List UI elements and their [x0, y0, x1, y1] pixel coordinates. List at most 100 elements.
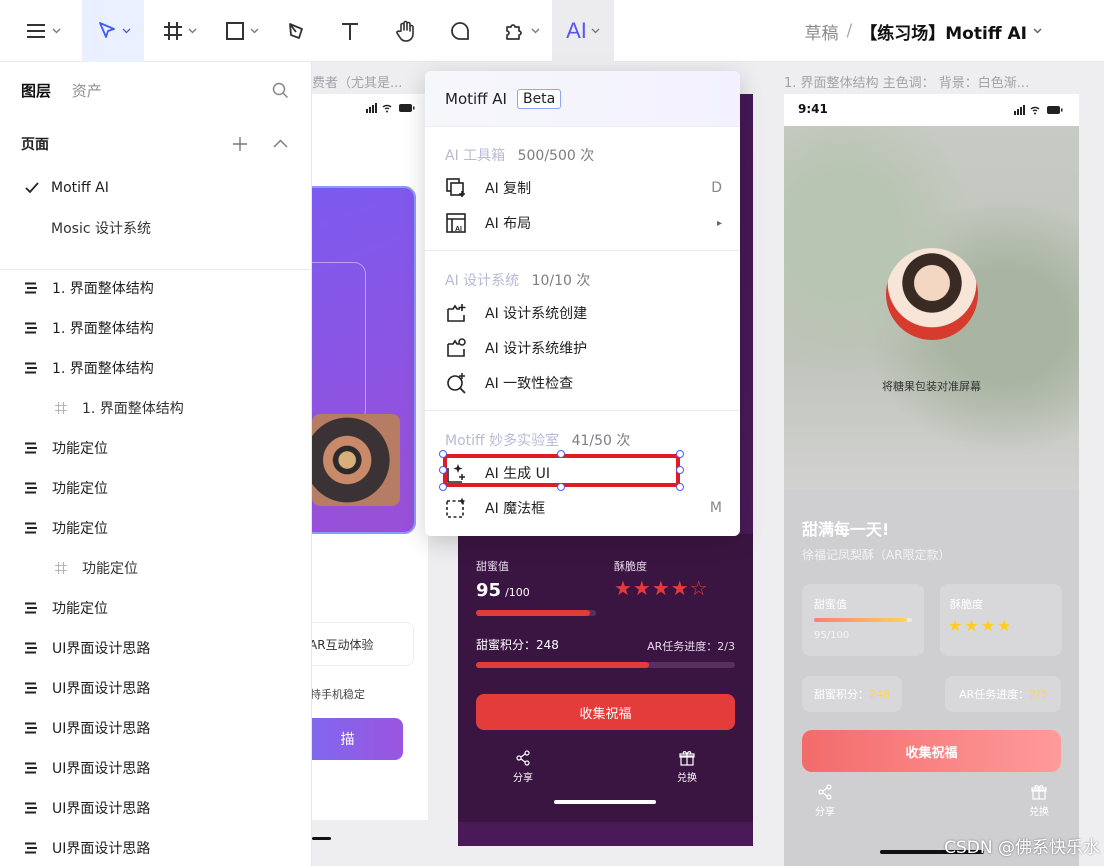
- menu-item-ai-layout[interactable]: AI AI 布局 ▸: [445, 208, 722, 238]
- redeem-label: 兑换: [1029, 807, 1049, 818]
- frame-label-right[interactable]: 1. 界面整体结构 主色调： 背景：白色渐...: [784, 72, 1029, 91]
- selection-handle[interactable]: [557, 483, 565, 491]
- search-icon[interactable]: [272, 82, 289, 99]
- page-item-mosic[interactable]: Mosic 设计系统: [0, 208, 312, 248]
- chevron-down-icon[interactable]: [1033, 28, 1042, 34]
- section-icon: [25, 682, 37, 694]
- layer-item[interactable]: 1. 界面整体结构: [0, 308, 312, 348]
- layer-item[interactable]: UI界面设计思路: [0, 748, 312, 788]
- share-action[interactable]: 分享: [812, 784, 838, 818]
- layer-item[interactable]: 1. 界面整体结构: [0, 348, 312, 388]
- main-menu-button[interactable]: [14, 0, 70, 62]
- ai-label: AI: [566, 18, 587, 43]
- text-icon: [342, 23, 358, 40]
- layer-item[interactable]: UI界面设计思路: [0, 828, 312, 866]
- layer-item-label: 1. 界面整体结构: [52, 281, 154, 297]
- layer-item[interactable]: UI界面设计思路: [0, 708, 312, 748]
- layer-item[interactable]: 功能定位: [0, 468, 312, 508]
- scan-button[interactable]: 描: [312, 718, 403, 760]
- hand-tool-button[interactable]: [388, 0, 424, 62]
- shape-tool-button[interactable]: [214, 0, 268, 62]
- collect-blessing-button[interactable]: 收集祝福: [476, 694, 735, 730]
- section-icon: [25, 602, 37, 614]
- layer-item[interactable]: UI界面设计思路: [0, 668, 312, 708]
- selection-handle[interactable]: [439, 466, 447, 474]
- menu-item-ai-ds-create[interactable]: AI 设计系统创建: [445, 298, 722, 328]
- frame-tool-button[interactable]: [152, 0, 206, 62]
- beta-badge: Beta: [516, 88, 562, 109]
- layer-item[interactable]: 1. 界面整体结构: [0, 268, 312, 308]
- breadcrumb: 草稿 / 【练习场】Motiff AI: [805, 0, 1042, 62]
- selection-handle[interactable]: [439, 450, 447, 458]
- layer-item-label: UI界面设计思路: [52, 641, 151, 657]
- status-time: 9:41: [798, 102, 828, 116]
- menu-item-ai-copy[interactable]: AI 复制 D: [445, 173, 722, 203]
- crisp-stars: ★★★★: [948, 616, 1014, 635]
- sweet-stat-track: [814, 618, 912, 622]
- gift-icon: [679, 751, 695, 766]
- layer-item[interactable]: UI界面设计思路: [0, 788, 312, 828]
- tab-layers[interactable]: 图层: [21, 82, 51, 100]
- chevron-down-icon: [250, 28, 258, 34]
- right-phone-frame[interactable]: 9:41 将糖果包装对准屏幕 甜满每一天! 徐福记凤梨酥（AR限定款） 甜蜜值 …: [784, 94, 1079, 866]
- comment-tool-button[interactable]: [442, 0, 478, 62]
- selection-handle[interactable]: [439, 483, 447, 491]
- layer-item-label: 功能定位: [52, 481, 108, 497]
- breadcrumb-file[interactable]: 【练习场】Motiff AI: [860, 19, 1027, 44]
- scan-frame-outline: [312, 262, 366, 422]
- frame-icon: [163, 22, 182, 40]
- tab-assets[interactable]: 资产: [72, 82, 102, 100]
- submenu-arrow-icon: ▸: [716, 217, 722, 229]
- selection-handle[interactable]: [676, 450, 684, 458]
- breadcrumb-project[interactable]: 草稿: [805, 19, 839, 44]
- section-quota: 41/50 次: [571, 433, 631, 449]
- selection-handle[interactable]: [676, 483, 684, 491]
- text-tool-button[interactable]: [332, 0, 368, 62]
- section-icon: [25, 522, 37, 534]
- section-icon: [25, 442, 37, 454]
- selection-handle[interactable]: [676, 466, 684, 474]
- layer-item-label: 1. 界面整体结构: [52, 321, 154, 337]
- left-phone-frame[interactable]: AR互动体验 持手机稳定 描: [312, 94, 428, 840]
- plugin-button[interactable]: [494, 0, 548, 62]
- ar-experience-card[interactable]: AR互动体验: [312, 622, 414, 666]
- menu-divider: [425, 250, 740, 251]
- share-action[interactable]: 分享: [510, 750, 536, 784]
- sweet-value-label: 甜蜜值: [476, 560, 509, 573]
- ai-menu-header: Motiff AI Beta: [425, 71, 740, 127]
- chevron-up-icon[interactable]: [273, 139, 288, 148]
- page-item-motiff-ai[interactable]: Motiff AI: [0, 168, 312, 208]
- pen-tool-button[interactable]: [278, 0, 314, 62]
- menu-item-label: AI 复制: [485, 181, 532, 197]
- ai-consistency-icon: [447, 373, 466, 394]
- signal-wifi-battery-icon: [366, 103, 415, 113]
- layer-item[interactable]: 功能定位: [0, 588, 312, 628]
- sweet-points: 甜蜜积分：248: [476, 638, 559, 652]
- menu-item-ai-consistency[interactable]: AI 一致性检查: [445, 368, 722, 398]
- sweet-progress-fill: [476, 610, 590, 616]
- layer-item[interactable]: 功能定位: [0, 548, 312, 588]
- redeem-action[interactable]: 兑换: [1026, 784, 1052, 818]
- menu-item-ai-ds-maintain[interactable]: AI 设计系统维护: [445, 333, 722, 363]
- redeem-action[interactable]: 兑换: [674, 750, 700, 784]
- sweet-points-chip: 甜蜜积分： 248: [802, 676, 902, 712]
- selection-handle[interactable]: [557, 450, 565, 458]
- layer-item[interactable]: 1. 界面整体结构: [0, 388, 312, 428]
- collect-blessing-label: 收集祝福: [579, 706, 632, 722]
- menu-divider: [425, 410, 740, 411]
- plugin-icon: [505, 24, 522, 40]
- chevron-down-icon: [122, 28, 130, 34]
- card-heading: 甜满每一天!: [802, 520, 890, 539]
- move-tool-button[interactable]: [82, 0, 144, 62]
- chevron-down-icon: [52, 28, 60, 34]
- menu-icon: [26, 24, 45, 38]
- layer-item[interactable]: UI界面设计思路: [0, 628, 312, 668]
- frame-label-left[interactable]: 费者（尤其是...: [312, 72, 402, 91]
- menu-item-ai-magic-box[interactable]: AI 魔法框 M: [445, 493, 722, 523]
- add-page-icon[interactable]: [232, 136, 248, 152]
- collect-blessing-button[interactable]: 收集祝福: [802, 730, 1061, 772]
- sweet-value-number: 95: [476, 580, 502, 601]
- ai-tool-button[interactable]: AI: [552, 0, 614, 62]
- layer-item[interactable]: 功能定位: [0, 508, 312, 548]
- layer-item[interactable]: 功能定位: [0, 428, 312, 468]
